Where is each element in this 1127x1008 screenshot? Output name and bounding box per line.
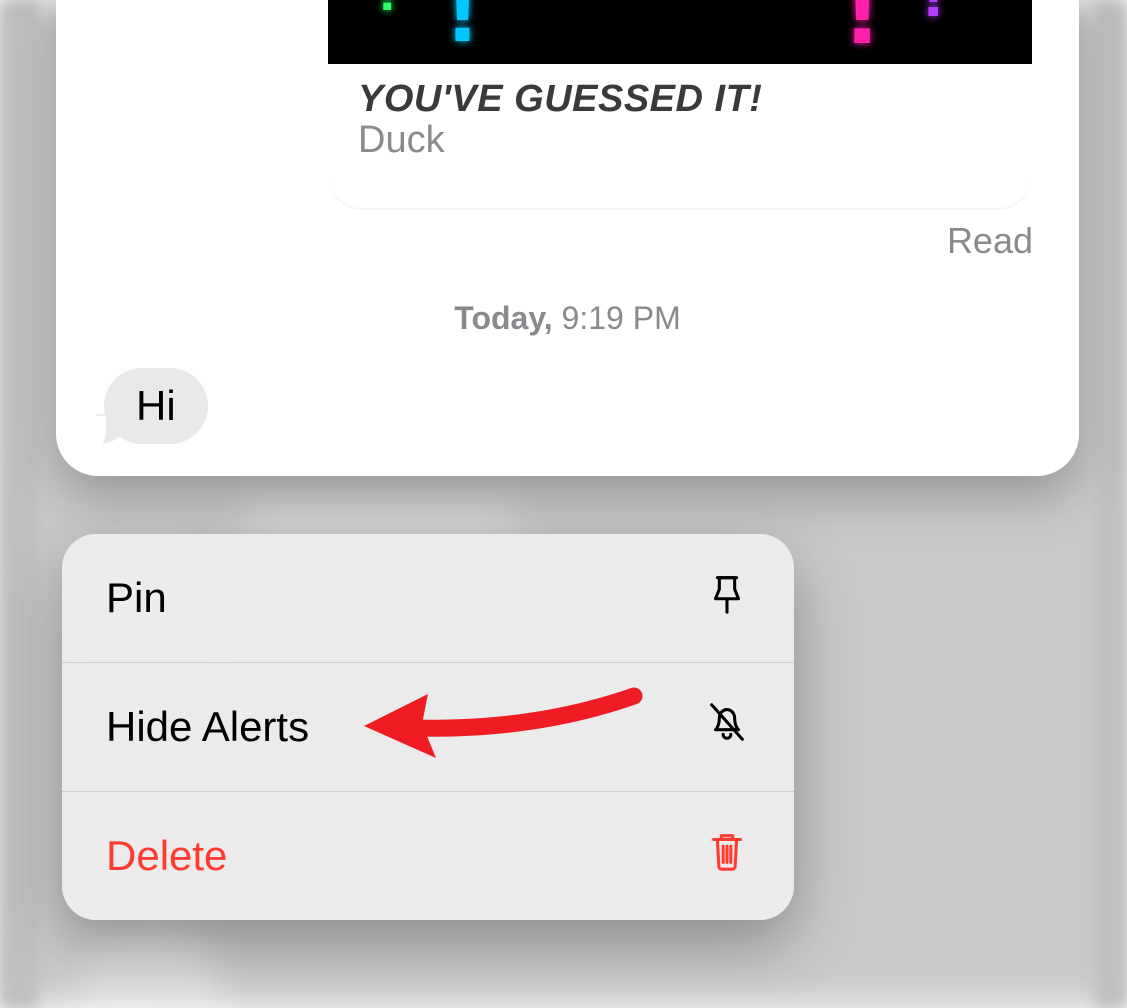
- menu-item-label: Delete: [106, 832, 227, 880]
- game-card-subtitle: Duck: [358, 119, 1002, 162]
- timestamp: Today, 9:19 PM: [56, 300, 1079, 337]
- bell-off-icon: [704, 699, 750, 755]
- menu-item-delete[interactable]: Delete: [62, 791, 794, 920]
- pin-icon: [704, 570, 750, 626]
- timestamp-time: 9:19 PM: [562, 300, 681, 336]
- conversation-preview-card[interactable]: !!! !!! YOU'VE GUESSED IT! Duck Read Tod…: [56, 0, 1079, 476]
- menu-item-pin[interactable]: Pin: [62, 534, 794, 662]
- incoming-message-text: Hi: [136, 382, 176, 430]
- read-receipt: Read: [947, 220, 1033, 262]
- timestamp-day: Today,: [454, 300, 552, 336]
- trash-icon: [704, 828, 750, 884]
- incoming-message-bubble[interactable]: Hi: [104, 368, 208, 444]
- game-card-title: YOU'VE GUESSED IT!: [358, 78, 1002, 121]
- game-card-image: !!! !!!: [328, 0, 1032, 64]
- conversation-context-menu: Pin Hide Alerts Delete: [62, 534, 794, 920]
- imessage-game-card[interactable]: !!! !!! YOU'VE GUESSED IT! Duck: [328, 0, 1032, 208]
- screen-right-edge: [1095, 0, 1127, 1008]
- menu-item-label: Pin: [106, 574, 167, 622]
- menu-item-hide-alerts[interactable]: Hide Alerts: [62, 662, 794, 791]
- screen-left-edge: [0, 0, 38, 1008]
- menu-item-label: Hide Alerts: [106, 703, 309, 751]
